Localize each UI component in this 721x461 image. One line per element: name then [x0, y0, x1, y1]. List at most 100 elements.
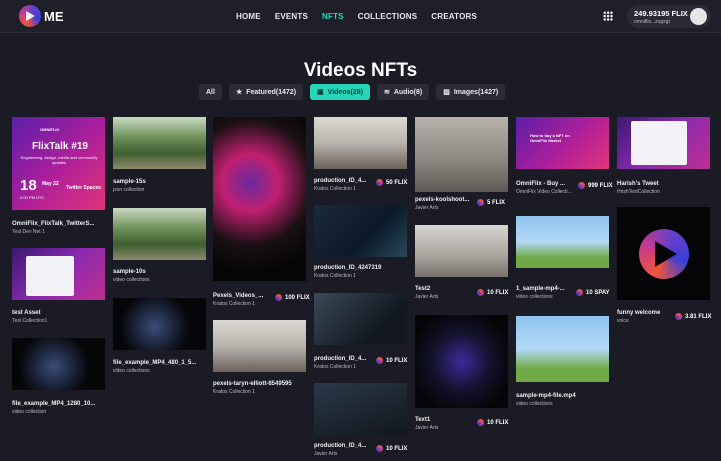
flix-coin-icon: [477, 289, 484, 296]
nft-title[interactable]: pexels-taryn-elliott-8549595: [213, 381, 292, 387]
tab-all[interactable]: All: [199, 84, 222, 100]
nav-nfts[interactable]: NFTS: [322, 12, 344, 21]
nav-home[interactable]: HOME: [236, 12, 261, 21]
nft-collection[interactable]: json collection: [113, 187, 144, 193]
nft-price: 10 FLIX: [376, 357, 407, 364]
nft-title[interactable]: funny welcome: [617, 310, 660, 316]
nft-title[interactable]: file_example_MP4_480_1_5...: [113, 360, 196, 366]
flix-coin-icon: [477, 199, 484, 206]
nft-thumbnail[interactable]: [213, 117, 306, 281]
thumb-spaces: Twitter Spaces: [66, 185, 101, 191]
nft-thumbnail[interactable]: How to buy a NFT on OmniFlix Market: [516, 117, 609, 169]
tab-images[interactable]: ▨ Images(1427): [436, 84, 506, 100]
thumb-headline: FlixTalk #19: [32, 141, 88, 152]
nft-collection[interactable]: Kratos Collection 1: [314, 186, 356, 192]
nft-title[interactable]: sample-15s: [113, 179, 146, 185]
nft-title[interactable]: sample-10s: [113, 269, 146, 275]
nft-thumbnail[interactable]: [516, 216, 609, 268]
nft-title[interactable]: Text1: [415, 417, 430, 423]
nft-thumbnail[interactable]: [314, 383, 407, 435]
nft-thumbnail[interactable]: [12, 338, 105, 390]
nft-price: 100 FLIX: [275, 294, 310, 301]
nft-collection[interactable]: OmniFlix Video Collecti...: [516, 189, 572, 195]
nft-thumbnail[interactable]: [516, 316, 609, 382]
nft-collection[interactable]: Javier Arts: [415, 294, 438, 300]
nft-price: 999 FLIX: [578, 182, 613, 189]
nft-thumbnail[interactable]: [314, 293, 407, 345]
nft-collection[interactable]: HrishTestCollection: [617, 189, 660, 195]
nft-thumbnail[interactable]: [617, 207, 710, 300]
nft-thumbnail[interactable]: [415, 117, 508, 192]
nft-collection[interactable]: Test Collection1: [12, 318, 47, 324]
nft-title[interactable]: OmniFlix - Buy ...: [516, 181, 565, 187]
logo-text[interactable]: ME: [44, 9, 64, 24]
nft-title[interactable]: production_ID_4...: [314, 356, 366, 362]
nft-collection[interactable]: Kratos Collection 1: [314, 364, 356, 370]
flix-coin-icon: [376, 357, 383, 364]
nav-creators[interactable]: CREATORS: [431, 12, 477, 21]
flix-coin-icon: [576, 289, 583, 296]
flix-coin-icon: [578, 182, 585, 189]
wallet-button[interactable]: 249.93195 FLIX omniflix...zugxgt: [627, 5, 711, 28]
thumb-caption: Engineering, design, media and community…: [20, 155, 98, 165]
nft-collection[interactable]: video collection: [12, 409, 46, 415]
nft-collection[interactable]: video collections: [516, 294, 553, 300]
audio-wave-icon: ≋: [383, 89, 390, 96]
wallet-address: omniflix...zugxgt: [634, 19, 670, 25]
nft-collection[interactable]: Javier Arts: [314, 451, 337, 457]
tab-featured[interactable]: ★ Featured(1472): [228, 84, 304, 100]
tweet-card-image: [26, 256, 74, 296]
tab-featured-label: Featured(1472): [246, 88, 297, 96]
nft-collection[interactable]: Javier Arts: [415, 205, 438, 211]
nft-collection[interactable]: Javier Arts: [415, 425, 438, 431]
nft-title[interactable]: 1_sample-mp4-...: [516, 286, 565, 292]
nft-collection[interactable]: Kratos Collection 1: [213, 301, 255, 307]
top-navbar: ME HOME EVENTS NFTS COLLECTIONS CREATORS…: [0, 0, 721, 33]
nft-thumbnail[interactable]: [314, 205, 407, 257]
nft-collection[interactable]: Kratos Collection 1: [314, 273, 356, 279]
nft-collection[interactable]: Kratos Collection 1: [213, 389, 255, 395]
nft-title[interactable]: Test2: [415, 286, 430, 292]
nft-title[interactable]: pexels-koolshoot...: [415, 197, 469, 203]
nft-thumbnail[interactable]: OMNIFLIX FlixTalk #19 Engineering, desig…: [12, 117, 105, 210]
apps-grid-icon[interactable]: [603, 11, 613, 21]
nft-title[interactable]: production_ID_4...: [314, 178, 366, 184]
nft-collection[interactable]: voice: [617, 318, 629, 324]
nft-thumbnail[interactable]: [113, 208, 206, 260]
nft-thumbnail[interactable]: [415, 315, 508, 408]
nft-thumbnail[interactable]: [415, 225, 508, 277]
nft-thumbnail[interactable]: [213, 320, 306, 372]
nft-title[interactable]: Harish's Tweet: [617, 181, 659, 187]
nft-thumbnail[interactable]: [113, 298, 206, 350]
thumb-time: 2:00 PM UTC: [20, 195, 45, 200]
nav-events[interactable]: EVENTS: [275, 12, 308, 21]
page-title: Videos NFTs: [303, 60, 418, 81]
nft-price: 10 FLIX: [477, 419, 508, 426]
price-value: 100 FLIX: [285, 294, 310, 301]
tweet-card-image: [631, 121, 687, 165]
nav-collections[interactable]: COLLECTIONS: [358, 12, 418, 21]
nft-title[interactable]: Pexels_Videos_...: [213, 293, 263, 299]
omniflix-logo-icon[interactable]: [19, 5, 41, 27]
price-value: 50 FLIX: [386, 179, 408, 186]
nft-title[interactable]: file_example_MP4_1280_10...: [12, 401, 95, 407]
nft-collection[interactable]: Test Dev Net 1: [12, 229, 45, 235]
nft-thumbnail[interactable]: [12, 248, 105, 300]
nft-thumbnail[interactable]: [113, 117, 206, 169]
nft-title[interactable]: test Asset: [12, 310, 40, 316]
tab-audio-label: Audio(8): [393, 88, 423, 96]
nft-price: 10 FLIX: [376, 445, 407, 452]
nft-collection[interactable]: video collections: [113, 277, 150, 283]
nft-title[interactable]: production_ID_4...: [314, 443, 366, 449]
nft-title[interactable]: production_ID_4247319: [314, 265, 381, 271]
nft-title[interactable]: sample-mp4-file.mp4: [516, 393, 576, 399]
play-icon: [655, 241, 677, 267]
tab-audio[interactable]: ≋ Audio(8): [376, 84, 430, 100]
nft-thumbnail[interactable]: [314, 117, 407, 169]
nft-thumbnail[interactable]: [617, 117, 710, 169]
filter-tabs: All ★ Featured(1472) ▣ Videos(28) ≋ Audio(8…: [199, 84, 506, 100]
nft-collection[interactable]: video collections: [113, 368, 150, 374]
nft-title[interactable]: OmniFlix_FlixTalk_TwitterS...: [12, 221, 94, 227]
tab-videos[interactable]: ▣ Videos(28): [310, 84, 370, 100]
nft-collection[interactable]: video collections: [516, 401, 553, 407]
